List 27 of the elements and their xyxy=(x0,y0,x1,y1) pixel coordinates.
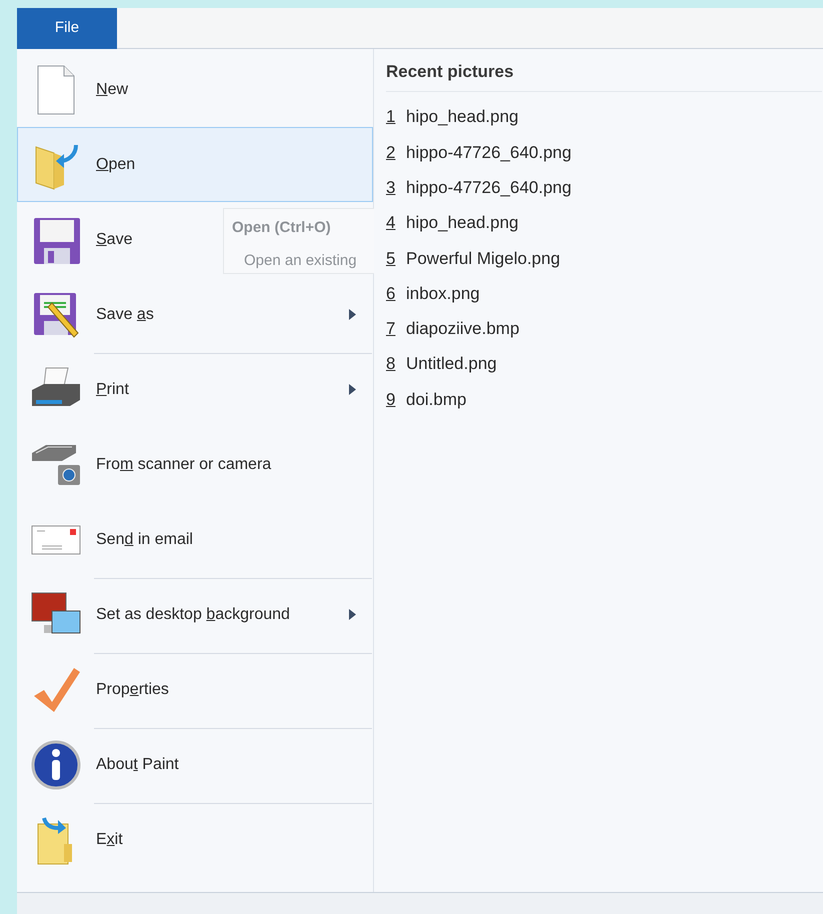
menu-item[interactable]: New xyxy=(17,52,373,127)
menu-item[interactable]: Set as desktop background xyxy=(17,577,373,652)
menu-item[interactable]: Properties xyxy=(17,652,373,727)
tooltip-text: Open an existing xyxy=(244,250,358,270)
menu-item[interactable]: About Paint xyxy=(17,727,373,802)
menu-item[interactable]: Save as xyxy=(17,277,373,352)
tooltip-title: Open (Ctrl+O) xyxy=(232,218,332,238)
submenu-arrow-icon xyxy=(349,309,356,320)
recent-file-item[interactable]: 2 hippo-47726_640.png xyxy=(386,134,823,170)
menu-item[interactable]: From scanner or camera xyxy=(17,427,373,502)
info-icon xyxy=(30,738,82,790)
recent-file-item[interactable]: 4 hipo_head.png xyxy=(386,205,823,241)
menu-item[interactable]: Send in email xyxy=(17,502,373,577)
recent-file-item[interactable]: 7 diapoziive.bmp xyxy=(386,311,823,347)
recent-file-item[interactable]: 8 Untitled.png xyxy=(386,346,823,382)
menu-item[interactable]: Print xyxy=(17,352,373,427)
recent-pictures-heading: Recent pictures xyxy=(386,59,822,92)
submenu-arrow-icon xyxy=(349,609,356,620)
submenu-arrow-icon xyxy=(349,384,356,395)
recent-file-item[interactable]: 5 Powerful Migelo.png xyxy=(386,240,823,276)
menu-item[interactable]: Exit xyxy=(17,802,373,877)
file-tab[interactable]: File xyxy=(17,8,117,49)
recent-file-item[interactable]: 3 hippo-47726_640.png xyxy=(386,170,823,206)
recent-file-item[interactable]: 6 inbox.png xyxy=(386,276,823,312)
menu-item[interactable]: Open xyxy=(17,127,373,202)
recent-file-item[interactable]: 9 doi.bmp xyxy=(386,382,823,418)
recent-file-item[interactable]: 1 hipo_head.png xyxy=(386,100,823,135)
